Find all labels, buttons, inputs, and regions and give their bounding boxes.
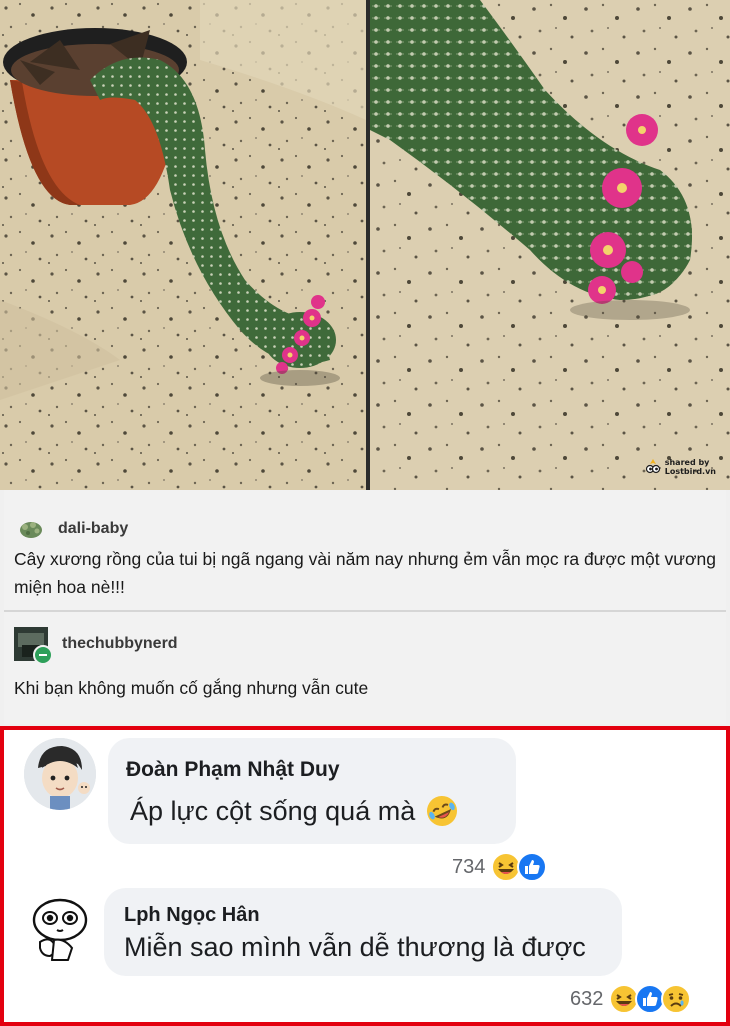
tumblr-post-text: Cây xương rồng của tui bị ngã ngang vài … [14,549,716,597]
sad-reaction-icon [661,984,692,1014]
tumblr-post-text: Khi bạn không muốn cố gắng nhưng vẫn cut… [14,678,369,698]
comment-reactions[interactable]: 734 [452,852,548,882]
cactus-photo-collage: shared by Lostbird.vn [0,0,730,490]
follow-badge-icon [33,645,53,665]
lostbird-watermark: shared by Lostbird.vn [644,458,716,476]
commenter-avatar[interactable] [24,890,96,962]
cactus-photo-left [0,0,366,490]
reaction-count: 632 [570,987,604,1010]
tumblr-post: thechubbynerd Khi bạn không muốn cố gắng… [4,612,726,724]
comment-text: Áp lực cột sống quá mà [130,795,416,826]
comment-author[interactable]: Lph Ngọc Hân [124,904,260,927]
tumblr-username[interactable]: thechubbynerd [62,635,178,653]
cactus-photo-right: shared by Lostbird.vn [370,0,730,490]
cartoon-avatar-icon [24,738,96,810]
user-avatar[interactable] [14,627,53,665]
tumblr-post: dali-baby Cây xương rồng của tui bị ngã … [4,490,726,612]
reaction-count: 734 [452,855,486,878]
comment-text-wrapper: Áp lực cột sống quá mà [130,794,459,828]
rolling-laughing-emoji-icon [427,796,458,826]
facebook-comments-section: Đoàn Phạm Nhật Duy Áp lực cột sống quá m… [0,726,730,1026]
commenter-avatar[interactable] [24,738,96,810]
like-reaction-icon [517,852,548,882]
tumblr-username[interactable]: dali-baby [58,520,128,538]
lostbird-logo-icon [645,459,660,474]
tumblr-user-header: dali-baby [18,518,128,540]
comment-bubble[interactable]: Đoàn Phạm Nhật Duy Áp lực cột sống quá m… [108,738,516,844]
watermark-line-2: Lostbird.vn [664,467,716,476]
watermark-line-1: shared by [664,458,710,467]
cactus-photo-right-image [370,0,730,490]
meme-face-avatar-icon [24,890,96,962]
watermark-text: shared by Lostbird.vn [665,458,716,476]
comment-text: Miễn sao mình vẫn dễ thương là được [124,932,586,962]
cactus-photo-left-image [0,0,366,490]
tumblr-thread: dali-baby Cây xương rồng của tui bị ngã … [0,490,730,726]
comment-bubble[interactable]: Lph Ngọc Hân Miễn sao mình vẫn dễ thương… [104,888,622,976]
tumblr-user-header: thechubbynerd [14,627,178,665]
comment-reactions[interactable]: 632 [570,984,692,1014]
cactus-avatar-icon[interactable] [18,518,44,540]
comment-author[interactable]: Đoàn Phạm Nhật Duy [126,758,340,782]
